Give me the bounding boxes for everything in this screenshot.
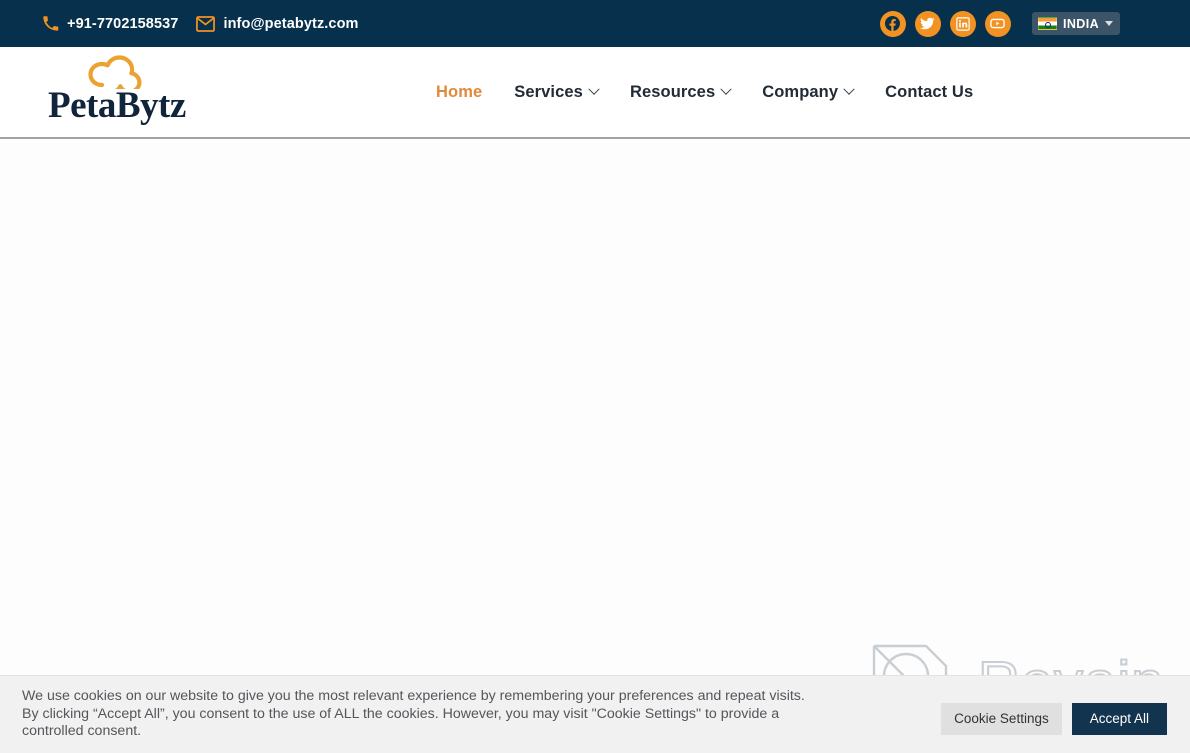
twitter-icon[interactable] <box>914 10 941 37</box>
cookie-consent-text: We use cookies on our website to give yo… <box>22 688 805 739</box>
nav-label-company: Company <box>762 82 839 101</box>
nav-item-services[interactable]: Services <box>498 83 614 102</box>
topbar-social-group: INDIA <box>879 10 1120 37</box>
nav-label-services: Services <box>514 82 583 101</box>
accept-all-button[interactable]: Accept All <box>1071 703 1167 735</box>
site-logo[interactable]: PetaBytz <box>48 55 186 133</box>
country-selector[interactable]: INDIA <box>1031 12 1120 35</box>
nav-item-contact-us[interactable]: Contact Us <box>869 83 989 102</box>
site-header: PetaBytz Home Services Resources Company… <box>0 47 1190 139</box>
phone-link[interactable]: +91-7702158537 <box>42 15 178 32</box>
top-contact-bar: +91-7702158537 info@petabytz.com INDIA <box>0 0 1190 47</box>
nav-label-contact-us: Contact Us <box>885 82 974 101</box>
nav-item-resources[interactable]: Resources <box>614 83 746 102</box>
cloud-infinity-icon <box>88 55 142 89</box>
envelope-icon <box>196 15 216 32</box>
nav-item-home[interactable]: Home <box>420 83 498 102</box>
main-navigation: Home Services Resources Company Contact … <box>420 47 989 137</box>
email-address: info@petabytz.com <box>223 15 359 32</box>
phone-icon <box>42 15 59 32</box>
email-link[interactable]: info@petabytz.com <box>196 16 358 32</box>
chevron-down-icon <box>720 83 732 95</box>
india-flag-icon <box>1037 17 1057 30</box>
linkedin-icon[interactable] <box>949 10 976 37</box>
youtube-icon[interactable] <box>984 10 1011 37</box>
cookie-settings-button[interactable]: Cookie Settings <box>941 703 1062 735</box>
chevron-down-icon <box>588 83 600 95</box>
logo-text: PetaBytz <box>48 85 186 126</box>
nav-label-home: Home <box>436 82 483 101</box>
chevron-down-icon <box>843 83 855 95</box>
country-label: INDIA <box>1062 16 1099 31</box>
topbar-contact-group: +91-7702158537 info@petabytz.com <box>42 15 359 32</box>
cookie-button-group: Cookie Settings Accept All <box>941 703 1167 735</box>
nav-item-company[interactable]: Company <box>746 83 869 102</box>
phone-number: +91-7702158537 <box>67 15 179 32</box>
nav-label-resources: Resources <box>629 82 716 101</box>
cookie-consent-banner: We use cookies on our website to give yo… <box>0 676 1190 753</box>
page-body <box>0 141 1190 676</box>
facebook-icon[interactable] <box>879 10 906 37</box>
chevron-down-icon <box>1105 21 1113 26</box>
